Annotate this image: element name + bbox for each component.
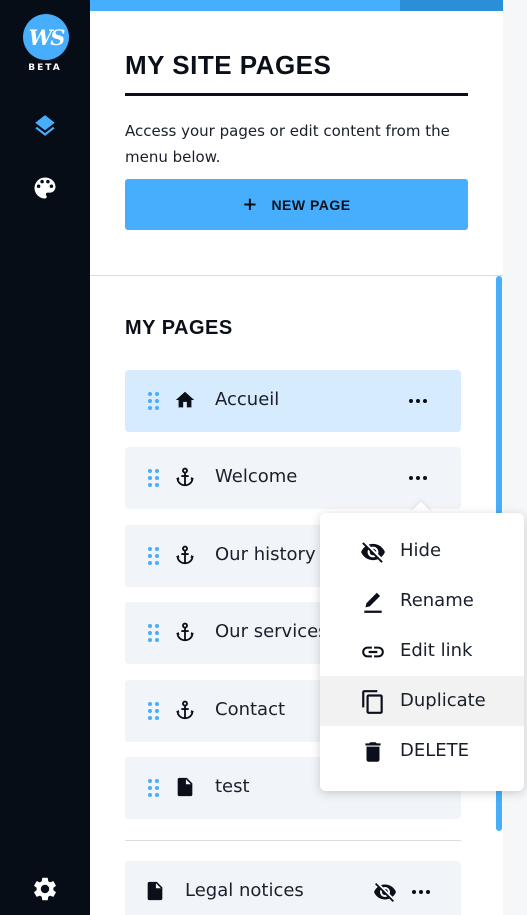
menu-item-duplicate[interactable]: Duplicate <box>320 676 524 726</box>
anchor-icon <box>175 467 195 487</box>
drag-handle-icon[interactable] <box>148 624 160 642</box>
beta-badge: BETA <box>28 63 62 73</box>
menu-item-edit-link[interactable]: Edit link <box>320 626 524 676</box>
menu-item-label: Hide <box>400 540 442 561</box>
drag-handle-icon[interactable] <box>148 779 160 797</box>
page-item-label: Our services <box>215 621 328 642</box>
eye-off-icon <box>361 542 385 563</box>
menu-item-delete[interactable]: DELETE <box>320 726 524 776</box>
menu-item-hide[interactable]: Hide <box>320 526 524 576</box>
menu-item-rename[interactable]: Rename <box>320 576 524 626</box>
page-icon <box>177 777 193 797</box>
layers-icon[interactable] <box>31 112 59 140</box>
title-underline <box>125 93 468 96</box>
home-icon <box>175 391 195 408</box>
divider <box>125 840 461 841</box>
top-accent-bar-dark <box>400 0 503 11</box>
more-options-icon[interactable] <box>408 473 430 483</box>
page-item-label: test <box>215 776 250 797</box>
page-item-label: Our history <box>215 544 316 565</box>
drag-handle-icon[interactable] <box>148 469 160 487</box>
page-context-menu: Hide Rename Edit link Duplicate DELETE <box>320 513 524 791</box>
logo[interactable]: WS <box>23 14 69 60</box>
section-title: MY PAGES <box>125 317 233 339</box>
page-item-label: Contact <box>215 699 286 720</box>
menu-item-label: Rename <box>400 590 474 611</box>
settings-icon[interactable] <box>31 875 59 903</box>
app-root: WS BETA MY SITE PAGES Access your pages … <box>0 0 527 915</box>
page-item-accueil[interactable]: Accueil <box>125 370 461 432</box>
new-page-label: NEW PAGE <box>271 196 351 213</box>
panel-description: Access your pages or edit content from t… <box>125 122 450 166</box>
link-icon <box>362 646 384 658</box>
menu-item-label: Duplicate <box>400 690 486 711</box>
anchor-icon <box>175 622 195 642</box>
page-title: MY SITE PAGES <box>125 50 332 80</box>
page-item-label: Welcome <box>215 466 298 487</box>
divider <box>90 275 503 276</box>
anchor-icon <box>175 545 195 565</box>
top-accent-bar <box>90 0 400 11</box>
trash-icon <box>365 742 381 762</box>
drag-handle-icon[interactable] <box>148 702 160 720</box>
plus-icon: + <box>242 194 258 215</box>
page-item-label: Legal notices <box>185 880 304 901</box>
menu-item-label: DELETE <box>400 740 470 761</box>
anchor-icon <box>175 700 195 720</box>
page-item-label: Accueil <box>215 389 280 410</box>
menu-item-label: Edit link <box>400 640 473 661</box>
eye-off-icon[interactable] <box>373 880 397 904</box>
copy-icon <box>362 690 383 714</box>
drag-handle-icon[interactable] <box>148 547 160 565</box>
drag-handle-icon[interactable] <box>148 392 160 410</box>
logo-text: WS <box>28 24 66 50</box>
palette-icon[interactable] <box>31 174 59 202</box>
left-rail: WS BETA <box>0 0 90 915</box>
page-item-legal-notices[interactable]: Legal notices <box>125 861 461 915</box>
page-icon <box>147 881 163 901</box>
new-page-button[interactable]: + NEW PAGE <box>125 179 468 230</box>
pencil-icon <box>364 592 382 613</box>
more-options-icon[interactable] <box>408 396 430 406</box>
page-item-welcome[interactable]: Welcome <box>125 447 461 509</box>
more-options-icon[interactable] <box>411 887 433 897</box>
